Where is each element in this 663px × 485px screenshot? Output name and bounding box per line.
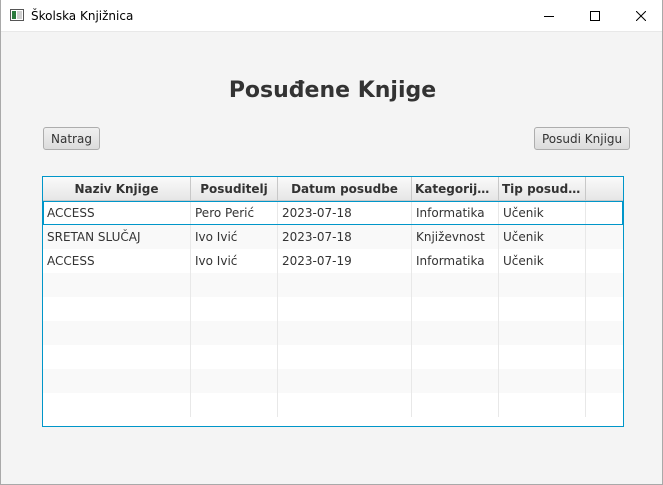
table-row[interactable]: ACCESS Pero Perić 2023-07-18 Informatika Uče…	[43, 201, 623, 225]
cell-borrower-type: Učenik	[499, 249, 586, 273]
cell-filler	[586, 249, 623, 273]
cell-book-title	[43, 273, 191, 297]
cell-borrower-type	[499, 345, 586, 369]
table-header: Naziv Knjige Posuditelj Datum posudbe Ka…	[43, 177, 623, 201]
cell-borrower	[191, 273, 278, 297]
cell-category: Informatika	[412, 201, 499, 225]
cell-book-title: ACCESS	[43, 201, 191, 225]
table-row[interactable]	[43, 297, 623, 321]
cell-category	[412, 345, 499, 369]
cell-filler	[586, 273, 623, 297]
table-body: ACCESS Pero Perić 2023-07-18 Informatika Uče…	[43, 201, 623, 417]
table-row[interactable]	[43, 321, 623, 345]
cell-borrower	[191, 345, 278, 369]
cell-borrower-type	[499, 369, 586, 393]
table-row[interactable]	[43, 393, 623, 417]
cell-borrower-type: Učenik	[499, 201, 586, 225]
cell-borrow-date	[278, 297, 412, 321]
cell-borrower	[191, 297, 278, 321]
minimize-icon	[544, 16, 554, 17]
cell-category: Informatika	[412, 249, 499, 273]
table-row[interactable]	[43, 273, 623, 297]
back-button[interactable]: Natrag	[43, 127, 100, 150]
cell-category	[412, 297, 499, 321]
cell-borrower	[191, 393, 278, 417]
table-row[interactable]	[43, 369, 623, 393]
cell-borrower-type	[499, 321, 586, 345]
cell-borrower-type	[499, 297, 586, 321]
cell-borrower	[191, 321, 278, 345]
column-header-category[interactable]: Kategorija k...	[412, 177, 499, 200]
maximize-icon	[590, 11, 600, 21]
cell-filler	[586, 321, 623, 345]
cell-filler	[586, 345, 623, 369]
cell-book-title: ACCESS	[43, 249, 191, 273]
cell-book-title	[43, 297, 191, 321]
table-row[interactable]: SRETAN SLUČAJ Ivo Ivić 2023-07-18 Književno…	[43, 225, 623, 249]
cell-filler	[586, 393, 623, 417]
window-app-icon	[10, 9, 24, 21]
cell-borrower: Ivo Ivić	[191, 249, 278, 273]
cell-category	[412, 369, 499, 393]
window-title: Školska Knjižnica	[31, 9, 134, 23]
cell-filler	[586, 225, 623, 249]
maximize-button[interactable]	[572, 0, 618, 32]
column-header-borrow-date[interactable]: Datum posudbe	[278, 177, 412, 200]
cell-filler	[586, 369, 623, 393]
page-title: Posuđene Knjige	[228, 78, 437, 103]
application-window: Školska Knjižnica Posuđene Knjige Natrag…	[0, 0, 663, 485]
cell-filler	[586, 297, 623, 321]
cell-borrower: Pero Perić	[191, 201, 278, 225]
borrow-book-button[interactable]: Posudi Knjigu	[534, 127, 631, 150]
table-row[interactable]: ACCESS Ivo Ivić 2023-07-19 Informatika Učeni…	[43, 249, 623, 273]
cell-borrow-date	[278, 273, 412, 297]
column-header-filler	[586, 177, 623, 200]
close-icon	[636, 11, 646, 21]
cell-borrow-date: 2023-07-19	[278, 249, 412, 273]
cell-category	[412, 273, 499, 297]
cell-book-title	[43, 345, 191, 369]
title-bar[interactable]: Školska Knjižnica	[1, 0, 662, 32]
cell-category: Književnost	[412, 225, 499, 249]
cell-borrower: Ivo Ivić	[191, 225, 278, 249]
cell-book-title: SRETAN SLUČAJ	[43, 225, 191, 249]
cell-borrow-date: 2023-07-18	[278, 225, 412, 249]
cell-borrow-date	[278, 345, 412, 369]
cell-filler	[586, 201, 623, 225]
cell-book-title	[43, 369, 191, 393]
cell-borrower	[191, 369, 278, 393]
column-header-borrower[interactable]: Posuditelj	[191, 177, 278, 200]
close-button[interactable]	[618, 0, 662, 32]
cell-borrower-type	[499, 273, 586, 297]
cell-borrower-type	[499, 393, 586, 417]
cell-borrow-date	[278, 393, 412, 417]
cell-borrow-date	[278, 369, 412, 393]
column-header-book-title[interactable]: Naziv Knjige	[43, 177, 191, 200]
cell-book-title	[43, 393, 191, 417]
table-row[interactable]	[43, 345, 623, 369]
cell-category	[412, 393, 499, 417]
cell-borrower-type: Učenik	[499, 225, 586, 249]
borrowed-books-table[interactable]: Naziv Knjige Posuditelj Datum posudbe Ka…	[42, 176, 624, 427]
column-header-borrower-type[interactable]: Tip posudite...	[499, 177, 586, 200]
cell-borrow-date	[278, 321, 412, 345]
cell-category	[412, 321, 499, 345]
cell-borrow-date: 2023-07-18	[278, 201, 412, 225]
cell-book-title	[43, 321, 191, 345]
minimize-button[interactable]	[526, 0, 572, 32]
